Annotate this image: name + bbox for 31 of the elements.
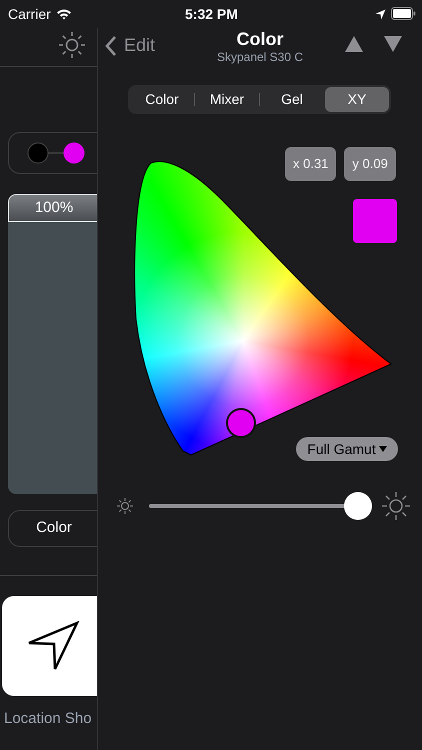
- segment-tab[interactable]: XY: [325, 87, 389, 112]
- back-button[interactable]: Edit: [105, 32, 156, 59]
- slider-thumb[interactable]: [344, 492, 372, 520]
- dim-brightness-icon: [116, 497, 134, 515]
- up-arrow-icon[interactable]: [345, 36, 363, 52]
- segment-tab[interactable]: Mixer: [195, 87, 259, 112]
- battery-icon: [391, 7, 416, 20]
- caret-down-icon: [378, 446, 387, 452]
- screen-subtitle: Skypanel S30 C: [216, 50, 304, 65]
- color-transition-toggle[interactable]: [8, 132, 97, 174]
- intensity-handle[interactable]: 100%: [8, 194, 97, 222]
- color-picker-handle[interactable]: [226, 408, 256, 438]
- screen-title: Color: [236, 28, 284, 50]
- carrier-label: Carrier: [8, 4, 51, 24]
- color-pair-icon: [27, 142, 85, 164]
- segment-tab[interactable]: Gel: [260, 87, 324, 112]
- down-arrow-icon[interactable]: [384, 36, 402, 52]
- bright-brightness-icon: [381, 491, 411, 521]
- intensity-bar[interactable]: 100%: [8, 194, 97, 494]
- gamut-dropdown[interactable]: Full Gamut: [296, 437, 398, 461]
- coordinate-badge: y 0.09: [344, 147, 396, 181]
- coordinate-badge: x 0.31: [285, 147, 336, 181]
- shortcut-tile[interactable]: [2, 596, 97, 696]
- status-time: 5:32 PM: [185, 4, 238, 24]
- brightness-icon[interactable]: [58, 31, 86, 59]
- segment-tab[interactable]: Color: [130, 87, 194, 112]
- shortcut-label: Location Sho: [4, 709, 92, 729]
- location-arrow-icon: [375, 9, 386, 20]
- chevron-left-icon: [105, 34, 117, 56]
- mode-button[interactable]: Color: [8, 510, 97, 547]
- wifi-icon: [56, 8, 72, 20]
